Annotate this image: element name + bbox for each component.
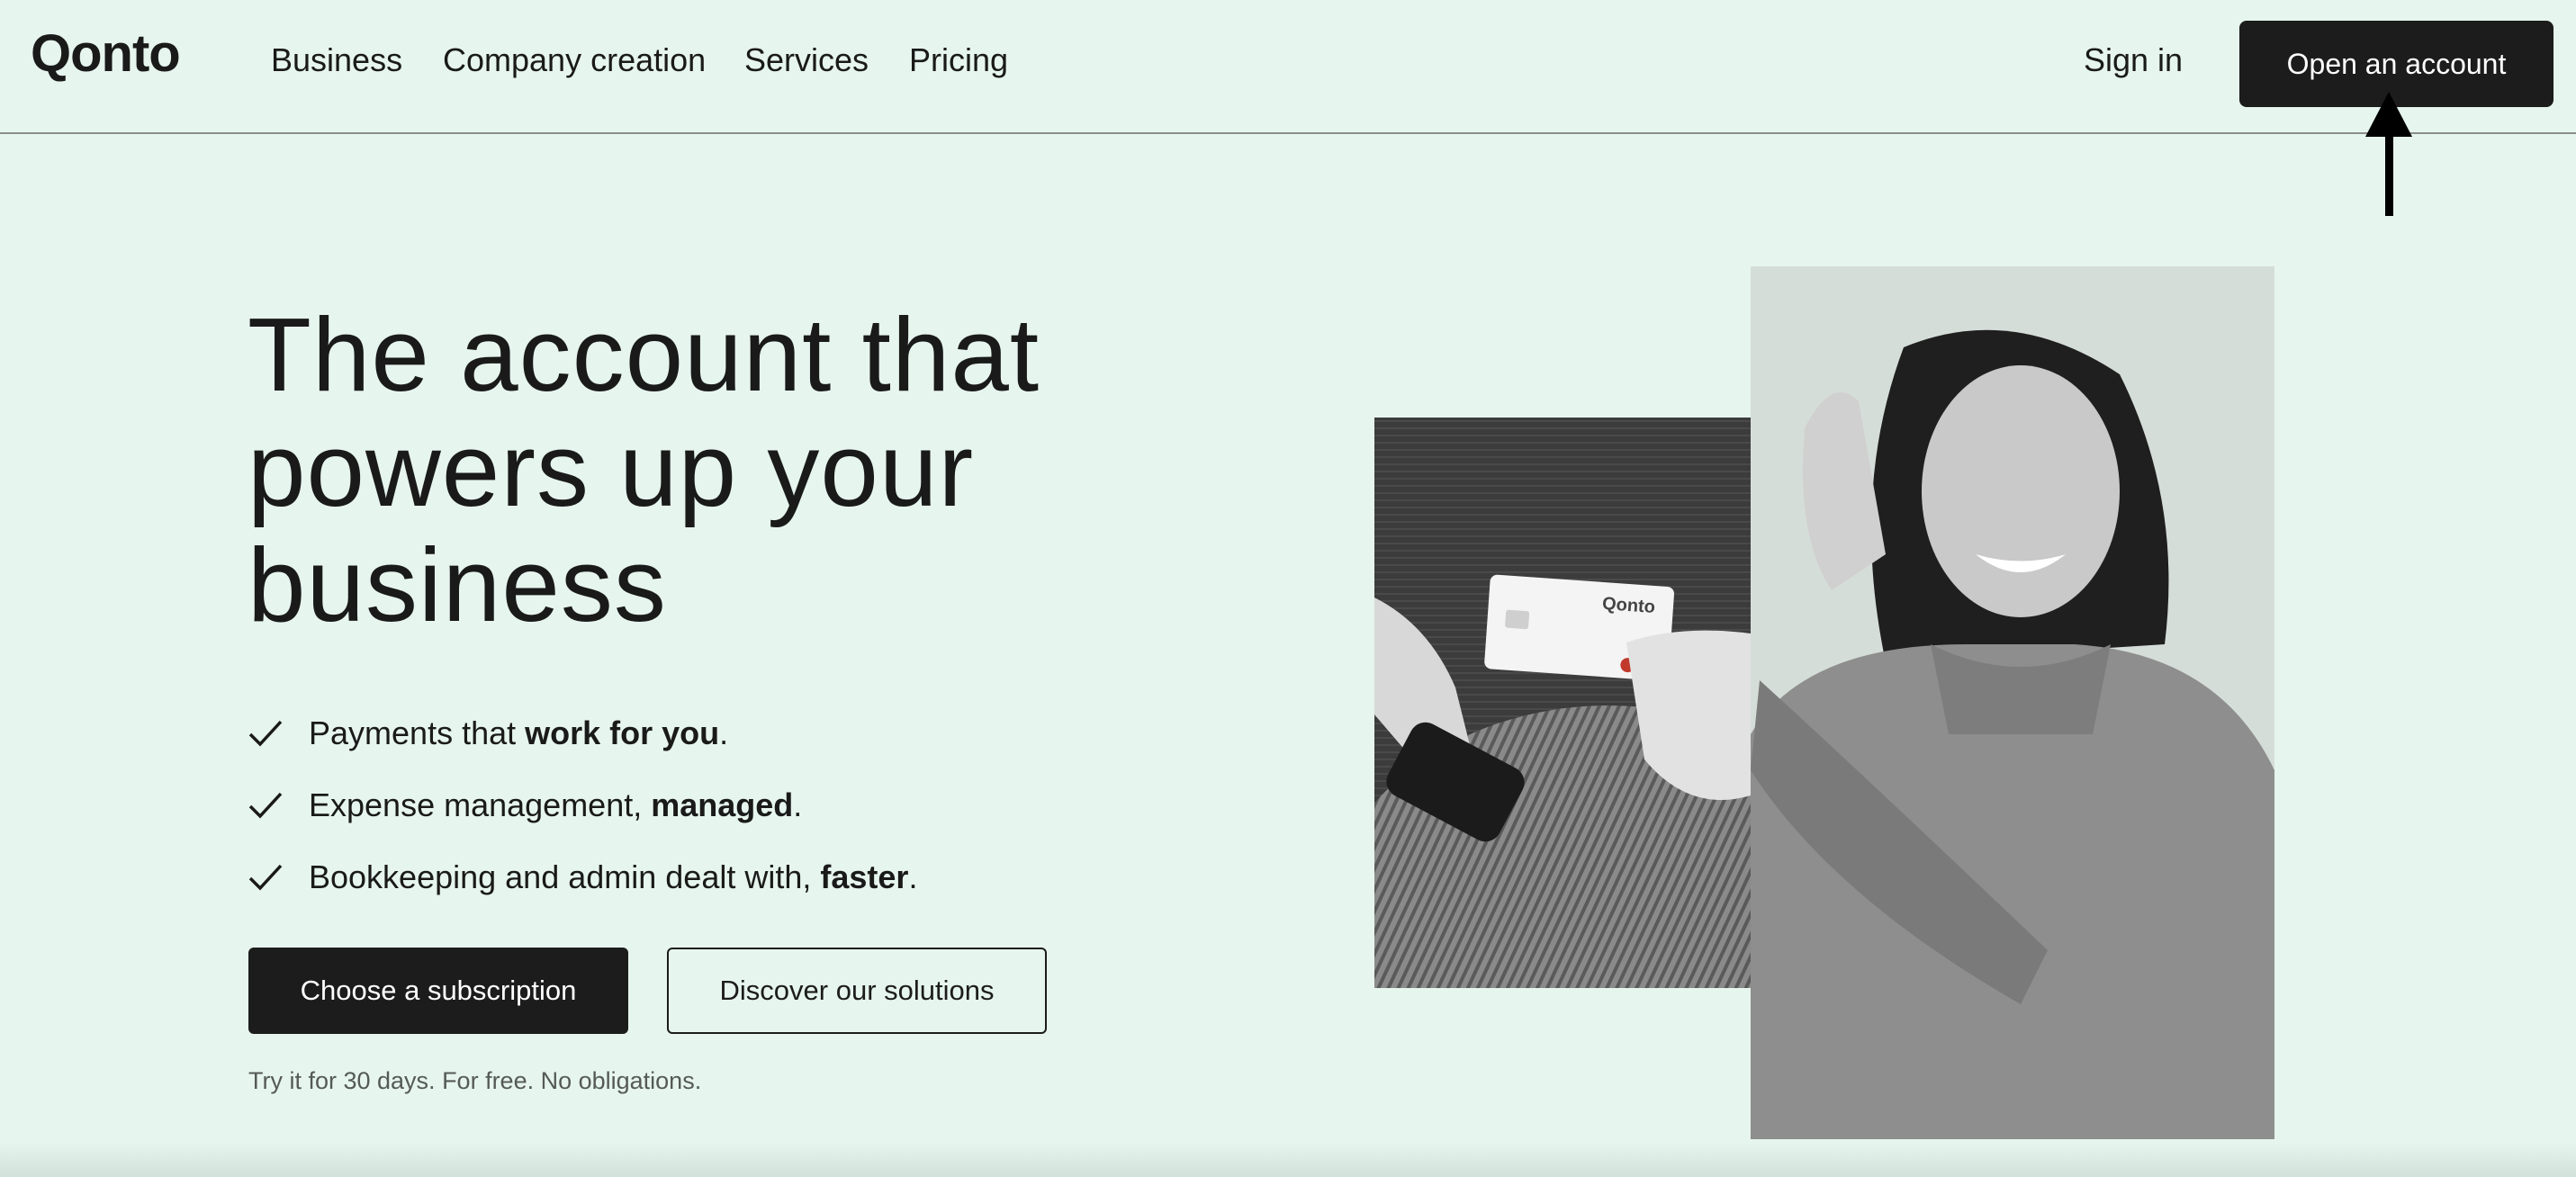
woman-portrait-photo	[1751, 266, 2274, 1139]
nav-item-business[interactable]: Business	[271, 41, 402, 79]
checkmark-icon	[248, 720, 283, 747]
annotation-arrow-icon	[2365, 92, 2412, 216]
site-header: Qonto Business Company creation Services…	[0, 0, 2576, 134]
feature-list: Payments that work for you. Expense mana…	[248, 697, 917, 913]
discover-solutions-button[interactable]: Discover our solutions	[667, 948, 1047, 1034]
nav-item-services[interactable]: Services	[744, 41, 869, 79]
feature-text: Expense management, managed.	[309, 786, 803, 823]
sign-in-link[interactable]: Sign in	[2084, 41, 2183, 79]
feature-item: Bookkeeping and admin dealt with, faster…	[248, 841, 917, 913]
checkmark-icon	[248, 864, 283, 891]
hero-title: The account that powers up your business	[248, 296, 1040, 643]
card-payment-photo: Qonto	[1374, 418, 1751, 988]
qonto-logo[interactable]: Qonto	[31, 23, 181, 84]
feature-text: Bookkeeping and admin dealt with, faster…	[309, 858, 918, 895]
nav-item-pricing[interactable]: Pricing	[909, 41, 1008, 79]
feature-item: Expense management, managed.	[248, 769, 917, 841]
choose-subscription-button[interactable]: Choose a subscription	[248, 948, 628, 1034]
nav-item-company-creation[interactable]: Company creation	[443, 41, 706, 79]
card-brand-text: Qonto	[1601, 594, 1655, 617]
feature-item: Payments that work for you.	[248, 697, 917, 769]
checkmark-icon	[248, 792, 283, 819]
feature-text: Payments that work for you.	[309, 714, 729, 751]
section-shadow	[0, 1143, 2576, 1177]
trial-note: Try it for 30 days. For free. No obligat…	[248, 1067, 702, 1094]
